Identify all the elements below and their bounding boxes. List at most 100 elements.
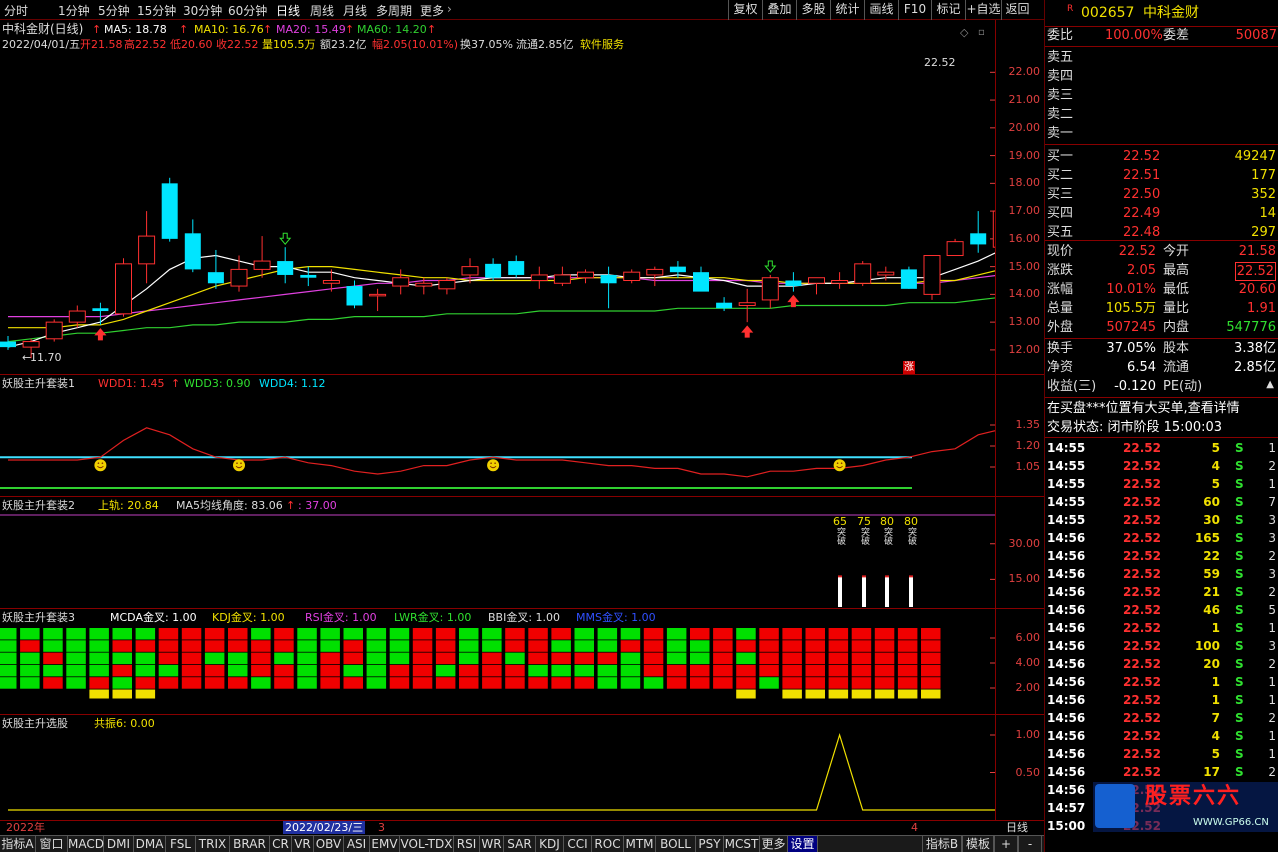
signal-cell	[343, 652, 363, 665]
indicator-tab-0[interactable]: 指标A	[0, 836, 36, 852]
signal-cell	[620, 664, 641, 677]
indicator-tab-24[interactable]: 更多	[760, 836, 788, 852]
buy-level-price: 22.48	[1123, 225, 1161, 240]
signal-cell	[366, 677, 387, 689]
bottom-right-button-1[interactable]: 模板	[962, 836, 994, 852]
timeline-period[interactable]: 日线	[1006, 821, 1028, 834]
toolbar-button-8[interactable]: 返回	[1001, 0, 1033, 20]
tick-price: 22.52	[1123, 441, 1161, 455]
signal-cell	[666, 664, 687, 677]
sell-level-4: 卖一	[1047, 126, 1074, 141]
tick-time: 14:56	[1047, 531, 1086, 545]
signal-cell	[66, 628, 86, 640]
indicator-tab-16[interactable]: SAR	[504, 836, 536, 852]
resonance-chart[interactable]	[0, 728, 995, 820]
high-price-label: 22.52	[924, 56, 956, 69]
indicator-tab-23[interactable]: MCST	[724, 836, 760, 852]
toolbar-button-1[interactable]: 叠加	[762, 0, 796, 20]
period-tab-9[interactable]: 多周期	[376, 2, 412, 19]
signal-cell	[551, 628, 571, 640]
wdd-line-chart[interactable]	[0, 390, 995, 495]
indicator-tab-21[interactable]: BOLL	[656, 836, 696, 852]
toolbar-button-2[interactable]: 多股	[796, 0, 830, 20]
period-tab-2[interactable]: 5分钟	[98, 2, 130, 19]
toolbar-button-6[interactable]: 标记	[931, 0, 965, 20]
tick-time: 14:56	[1047, 621, 1086, 635]
signal-cell	[713, 664, 733, 677]
signal-cell	[158, 640, 179, 652]
indicator-tab-11[interactable]: ASI	[344, 836, 370, 852]
period-tab-10[interactable]: 更多	[420, 2, 444, 19]
tick-time: 14:56	[1047, 783, 1086, 797]
candle	[970, 211, 987, 253]
ma60-label: MA60: 14.20	[357, 23, 427, 36]
period-tab-3[interactable]: 15分钟	[137, 2, 176, 19]
chevron-right-icon[interactable]: ›	[447, 2, 452, 16]
scroll-up-icon[interactable]: ▲	[1266, 378, 1274, 391]
indicator-tab-5[interactable]: FSL	[166, 836, 196, 852]
signal-cell	[0, 628, 17, 640]
breakout-chart[interactable]: 65突破75突破80突破80突破	[0, 512, 995, 607]
tick-time: 14:56	[1047, 765, 1086, 779]
indicator-tab-17[interactable]: KDJ	[536, 836, 564, 852]
indicator-tab-3[interactable]: DMI	[104, 836, 134, 852]
period-tab-7[interactable]: 周线	[310, 2, 334, 19]
signal-yellow-cell	[805, 689, 825, 699]
signal-cell	[713, 677, 733, 689]
indicator-tab-8[interactable]: CR	[270, 836, 292, 852]
tick-side: S	[1235, 747, 1244, 761]
indicator-tab-19[interactable]: ROC	[592, 836, 624, 852]
signal-cell	[690, 628, 710, 640]
stat-label: 涨跌	[1047, 263, 1074, 278]
indicator-tab-2[interactable]: MACD	[68, 836, 104, 852]
candlestick-chart[interactable]	[0, 50, 995, 372]
big-order-notice[interactable]: 在买盘***位置有大买单,查看详情	[1047, 400, 1240, 417]
candle	[530, 266, 548, 289]
period-tab-4[interactable]: 30分钟	[183, 2, 222, 19]
indicator-tab-9[interactable]: VR	[292, 836, 314, 852]
toolbar-button-0[interactable]: 复权	[728, 0, 762, 20]
bottom-right-button-3[interactable]: -	[1018, 836, 1042, 852]
window-toggle-icon[interactable]: ▫	[978, 26, 985, 39]
indicator-tab-7[interactable]: BRAR	[230, 836, 270, 852]
signal-cell	[0, 677, 17, 689]
timeline-bar[interactable]	[0, 820, 1044, 835]
stock-title: 中科金财(日线)	[2, 22, 84, 36]
signal-cell	[759, 652, 779, 665]
bottom-right-button-2[interactable]: +	[994, 836, 1018, 852]
signal-cell	[412, 664, 433, 677]
toolbar-button-4[interactable]: 画线	[864, 0, 898, 20]
signal-grid-chart[interactable]	[0, 625, 995, 715]
indicator-tab-18[interactable]: CCI	[564, 836, 592, 852]
diamond-icon[interactable]: ◇	[960, 26, 968, 39]
indicator-tab-22[interactable]: PSY	[696, 836, 724, 852]
period-tab-5[interactable]: 60分钟	[228, 2, 267, 19]
toolbar-button-3[interactable]: 统计	[830, 0, 864, 20]
period-tab-6[interactable]: 日线	[276, 2, 300, 19]
tick-side: S	[1235, 621, 1244, 635]
candle	[485, 258, 502, 281]
tick-time: 14:56	[1047, 585, 1086, 599]
indicator-tab-1[interactable]: 窗口	[36, 836, 68, 852]
toolbar-button-5[interactable]: F10	[898, 0, 931, 20]
bottom-right-button-0[interactable]: 指标B	[922, 836, 962, 852]
indicator-tab-4[interactable]: DMA	[134, 836, 166, 852]
indicator-tab-13[interactable]: VOL-TDX	[400, 836, 454, 852]
tick-side: S	[1235, 459, 1244, 473]
indicator-tab-12[interactable]: EMV	[370, 836, 400, 852]
period-tab-0[interactable]: 分时	[4, 2, 28, 19]
sep	[1045, 240, 1278, 241]
period-tab-1[interactable]: 1分钟	[58, 2, 90, 19]
ma20-label: MA20: 15.49	[276, 23, 346, 36]
signal-cell	[505, 677, 525, 689]
indicator-tab-25[interactable]: 设置	[788, 836, 818, 852]
signal-cell	[921, 677, 941, 689]
indicator-tab-15[interactable]: WR	[480, 836, 504, 852]
indicator-tab-20[interactable]: MTM	[624, 836, 656, 852]
indicator-tab-14[interactable]: RSI	[454, 836, 480, 852]
period-tab-8[interactable]: 月线	[343, 2, 367, 19]
indicator-tab-6[interactable]: TRIX	[196, 836, 230, 852]
up-arrow-icon: ↑	[171, 377, 181, 390]
toolbar-button-7[interactable]: +自选	[965, 0, 1001, 20]
indicator-tab-10[interactable]: OBV	[314, 836, 344, 852]
